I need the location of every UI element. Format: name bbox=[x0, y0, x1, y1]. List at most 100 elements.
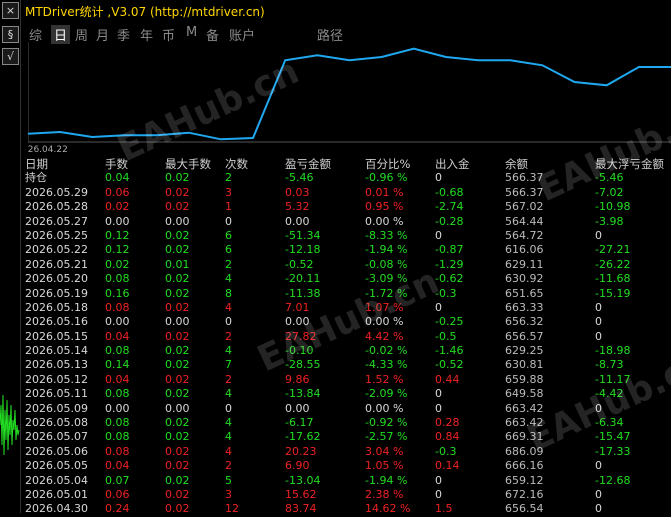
cell-1: 0.08 bbox=[105, 416, 130, 430]
table-row[interactable]: 2026.05.27 0.00 0.00 0 0.00 0.00 % -0.28 564.44… bbox=[25, 215, 671, 229]
table-row[interactable]: 2026.05.28 0.02 0.02 1 5.32 0.95 % -2.74 567.02… bbox=[25, 200, 671, 214]
cell-0: 2026.05.04 bbox=[25, 473, 88, 487]
cell-8: -8.73 bbox=[595, 358, 624, 372]
table-row[interactable]: 2026.05.04 0.07 0.02 5 -13.04 -1.94 % 0 659.12 -… bbox=[25, 474, 671, 488]
cell-7: 659.88 bbox=[505, 372, 544, 386]
cell-3: 5 bbox=[225, 473, 232, 487]
cell-7: 567.02 bbox=[505, 200, 544, 214]
cell-0: 2026.05.20 bbox=[25, 272, 88, 286]
cell-6: -0.3 bbox=[435, 444, 457, 458]
balance-line bbox=[28, 47, 671, 141]
cell-4: -12.18 bbox=[285, 243, 321, 257]
cell-8: -11.68 bbox=[595, 272, 631, 286]
cell-5: -4.33 % bbox=[365, 358, 408, 372]
cell-3: 2 bbox=[225, 459, 232, 473]
cell-1: 0.16 bbox=[105, 286, 130, 300]
cell-1: 0.02 bbox=[105, 257, 130, 271]
table-row[interactable]: 2026.05.16 0.00 0.00 0 0.00 0.00 % -0.25 656.32… bbox=[25, 315, 671, 329]
table-row[interactable]: 2026.05.14 0.08 0.02 4 -0.10 -0.02 % -1.46 629.… bbox=[25, 344, 671, 358]
cell-5: 1.05 % bbox=[365, 459, 404, 473]
cell-6: 0.44 bbox=[435, 372, 460, 386]
cell-3: 4 bbox=[225, 416, 232, 430]
table-row[interactable]: 2026.05.15 0.04 0.02 2 27.82 4.42 % -0.5 656.57… bbox=[25, 330, 671, 344]
cell-2: 0.02 bbox=[165, 329, 190, 343]
table-row[interactable]: 2026.05.07 0.08 0.02 4 -17.62 -2.57 % 0.84 669.… bbox=[25, 430, 671, 444]
table-row[interactable]: 2026.05.13 0.14 0.02 7 -28.55 -4.33 % -0.52 630… bbox=[25, 358, 671, 372]
mode-button[interactable]: § bbox=[2, 26, 19, 43]
cell-2: 0.02 bbox=[165, 185, 190, 199]
cell-4: 0.03 bbox=[285, 185, 310, 199]
cell-3: 2 bbox=[225, 171, 232, 185]
close-button[interactable]: × bbox=[2, 2, 19, 19]
cell-1: 0.08 bbox=[105, 272, 130, 286]
cell-8: 0 bbox=[595, 300, 602, 314]
balance-chart: 026.04.22 bbox=[28, 42, 671, 154]
cell-6: 0 bbox=[435, 487, 442, 501]
cell-4: 7.01 bbox=[285, 300, 310, 314]
table-row[interactable]: 2026.05.06 0.08 0.02 4 20.23 3.04 % -0.3 686.09… bbox=[25, 445, 671, 459]
cell-3: 4 bbox=[225, 387, 232, 401]
cell-1: 0.04 bbox=[105, 372, 130, 386]
cell-6: 1.5 bbox=[435, 502, 453, 516]
cell-5: -2.57 % bbox=[365, 430, 408, 444]
cell-1: 0.07 bbox=[105, 473, 130, 487]
header-8: 最大浮亏金额 bbox=[595, 157, 664, 171]
cell-2: 0.02 bbox=[165, 243, 190, 257]
cell-6: 0 bbox=[435, 387, 442, 401]
cell-1: 0.04 bbox=[105, 329, 130, 343]
cell-3: 0 bbox=[225, 315, 232, 329]
cell-8: 0 bbox=[595, 315, 602, 329]
cell-1: 0.06 bbox=[105, 185, 130, 199]
table-row[interactable]: 2026.05.08 0.08 0.02 4 -6.17 -0.92 % 0.28 663.4… bbox=[25, 416, 671, 430]
cell-8: 0 bbox=[595, 502, 602, 516]
table-row[interactable]: 2026.05.09 0.00 0.00 0 0.00 0.00 % 0 663.42 0 bbox=[25, 402, 671, 416]
tab-7[interactable]: M bbox=[186, 25, 197, 40]
cell-8: -15.19 bbox=[595, 286, 631, 300]
table-row[interactable]: 2026.05.05 0.04 0.02 2 6.90 1.05 % 0.14 666.16 0 bbox=[25, 459, 671, 473]
cell-7: 564.44 bbox=[505, 214, 544, 228]
holding-row: 持仓 0.04 0.02 2 -5.46 -0.96 % 0 566.37 -5.46 bbox=[25, 171, 671, 185]
cell-6: -0.62 bbox=[435, 272, 464, 286]
cell-3: 4 bbox=[225, 300, 232, 314]
cell-8: -3.98 bbox=[595, 214, 624, 228]
table-row[interactable]: 2026.05.29 0.06 0.02 3 0.03 0.01 % -0.68 566.37… bbox=[25, 186, 671, 200]
cell-6: 0.84 bbox=[435, 430, 460, 444]
window-title: MTDriver统计 ,V3.07 (http://mtdriver.cn) bbox=[25, 5, 265, 19]
table-row[interactable]: 2026.05.19 0.16 0.02 8 -11.38 -1.72 % -0.3 651.… bbox=[25, 287, 671, 301]
cell-2: 0.02 bbox=[165, 459, 190, 473]
table-row[interactable]: 2026.05.01 0.06 0.02 3 15.62 2.38 % 0 672.16 0 bbox=[25, 488, 671, 502]
cell-5: 1.07 % bbox=[365, 300, 404, 314]
cell-4: 9.86 bbox=[285, 372, 310, 386]
table-row[interactable]: 2026.05.12 0.04 0.02 2 9.86 1.52 % 0.44 659.88 -… bbox=[25, 373, 671, 387]
table-row[interactable]: 2026.05.18 0.08 0.02 4 7.01 1.07 % 0 663.33 0 bbox=[25, 301, 671, 315]
cell-5: 0.00 % bbox=[365, 214, 404, 228]
cell-0: 2026.05.15 bbox=[25, 329, 88, 343]
cell-1: 0.24 bbox=[105, 502, 130, 516]
cell-5: -1.94 % bbox=[365, 243, 408, 257]
table-row[interactable]: 2026.05.25 0.12 0.02 6 -51.34 -8.33 % 0 564.72 0 bbox=[25, 229, 671, 243]
cell-7: 656.32 bbox=[505, 315, 544, 329]
cell-6: 0 bbox=[435, 401, 442, 415]
cell-3: 4 bbox=[225, 430, 232, 444]
table-row[interactable]: 2026.05.22 0.12 0.02 6 -12.18 -1.94 % -0.87 616… bbox=[25, 243, 671, 257]
cell-8: 0 bbox=[595, 487, 602, 501]
cell-8: 0 bbox=[595, 228, 602, 242]
cell-6: 0 bbox=[435, 171, 442, 185]
title-bar: MTDriver统计 ,V3.07 (http://mtdriver.cn) bbox=[21, 0, 671, 22]
cell-7: 669.31 bbox=[505, 430, 544, 444]
table-row[interactable]: 2026.05.21 0.02 0.01 2 -0.52 -0.08 % -1.29 629.… bbox=[25, 258, 671, 272]
check-button[interactable]: √ bbox=[2, 48, 19, 65]
cell-8: -18.98 bbox=[595, 344, 631, 358]
cell-5: 0.01 % bbox=[365, 185, 404, 199]
cell-2: 0.02 bbox=[165, 487, 190, 501]
cell-4: 0.00 bbox=[285, 401, 310, 415]
cell-0: 2026.05.18 bbox=[25, 300, 88, 314]
table-row[interactable]: 2026.05.20 0.08 0.02 4 -20.11 -3.09 % -0.62 630… bbox=[25, 272, 671, 286]
cell-4: 0.00 bbox=[285, 214, 310, 228]
table-row[interactable]: 2026.04.30 0.24 0.02 12 83.74 14.62 % 1.5 656.5… bbox=[25, 502, 671, 516]
header-5: 百分比% bbox=[365, 157, 411, 171]
table-row[interactable]: 2026.05.11 0.08 0.02 4 -13.84 -2.09 % 0 649.58 -… bbox=[25, 387, 671, 401]
cell-3: 4 bbox=[225, 344, 232, 358]
cell-2: 0.02 bbox=[165, 200, 190, 214]
cell-5: 3.04 % bbox=[365, 444, 404, 458]
